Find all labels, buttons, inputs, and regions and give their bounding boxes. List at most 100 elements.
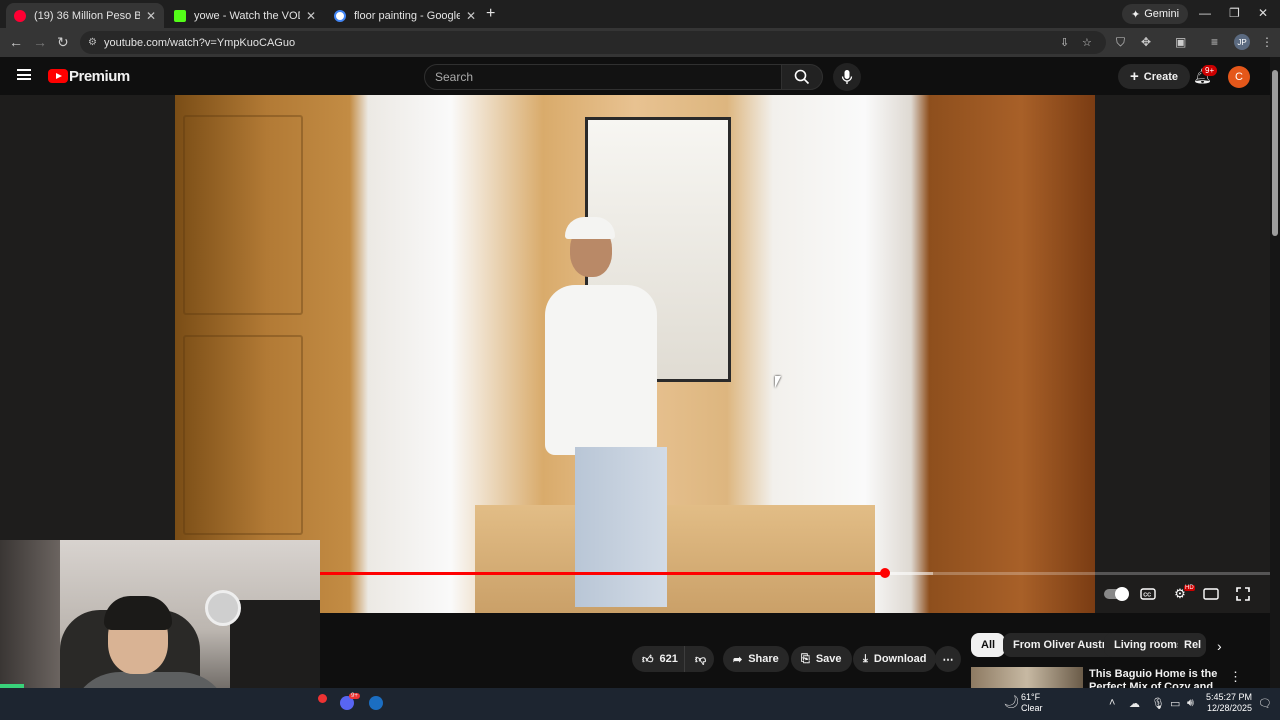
like-button[interactable]: 👍︎ 621 bbox=[632, 646, 684, 672]
share-button[interactable]: ➦ Share bbox=[723, 646, 789, 672]
video-frame[interactable] bbox=[175, 95, 1095, 613]
site-info-icon[interactable]: ⚙ bbox=[88, 37, 97, 48]
search-button[interactable] bbox=[781, 64, 823, 90]
bookmark-icon: ⎘ bbox=[801, 652, 810, 665]
profile-avatar[interactable]: JP bbox=[1234, 34, 1250, 50]
webcam-fan bbox=[205, 590, 241, 626]
tray-chevron-up-icon[interactable]: ˄ bbox=[1109, 697, 1115, 709]
network-icon[interactable]: ▭ bbox=[1170, 697, 1180, 710]
extensions-puzzle-icon[interactable]: ✥ bbox=[1141, 35, 1151, 49]
chip-rel[interactable]: Rel bbox=[1178, 633, 1206, 657]
discord-badge: 9+ bbox=[349, 693, 360, 699]
webcam-person-hair bbox=[104, 596, 172, 630]
share-label: Share bbox=[748, 653, 779, 665]
voice-search-button[interactable] bbox=[833, 63, 861, 91]
gemini-label: Gemini bbox=[1144, 8, 1180, 20]
svg-text:CC: CC bbox=[1143, 593, 1151, 599]
chevron-right-icon[interactable]: › bbox=[1217, 638, 1222, 654]
recording-dot-icon bbox=[318, 694, 327, 703]
minimize-window-icon[interactable]: — bbox=[1199, 6, 1211, 20]
captions-button[interactable]: CC bbox=[1136, 584, 1160, 604]
youtube-premium-logo[interactable]: Premium bbox=[69, 68, 130, 85]
microphone-icon bbox=[841, 70, 853, 84]
address-bar[interactable]: ⚙ youtube.com/watch?v=YmpKuoCAGuo ⇩ ☆ bbox=[80, 31, 1106, 54]
dislike-button[interactable]: 👎︎ bbox=[684, 646, 714, 672]
taskbar-clock[interactable]: 5:45:27 PM 12/28/2025 bbox=[1202, 692, 1252, 714]
volume-icon[interactable]: 🔊︎ bbox=[1187, 697, 1194, 710]
tab-kick[interactable]: yowe - Watch the VOD on Kick ✕ bbox=[166, 3, 324, 28]
tab-google-search[interactable]: floor painting - Google Search ✕ bbox=[326, 3, 484, 28]
cc-icon: CC bbox=[1140, 588, 1156, 600]
theater-mode-button[interactable] bbox=[1199, 584, 1223, 604]
autoplay-toggle[interactable] bbox=[1104, 587, 1129, 601]
kebab-menu-icon[interactable]: ⋮ bbox=[1261, 35, 1273, 49]
door-panel-upper bbox=[183, 115, 303, 315]
media-queue-icon[interactable]: ≡ bbox=[1211, 35, 1218, 49]
weather-temp: 61°F bbox=[1021, 692, 1041, 702]
new-tab-button[interactable]: + bbox=[486, 5, 495, 23]
back-icon[interactable]: ← bbox=[9, 34, 23, 50]
more-horizontal-icon: ⋯ bbox=[942, 653, 954, 666]
side-panel-icon[interactable]: ▣ bbox=[1175, 35, 1186, 49]
fullscreen-icon bbox=[1236, 587, 1250, 601]
scrollbar-thumb[interactable] bbox=[1272, 70, 1278, 236]
thumbs-down-icon: 👎︎ bbox=[695, 653, 707, 666]
more-actions-button[interactable]: ⋯ bbox=[935, 646, 961, 672]
url-text: youtube.com/watch?v=YmpKuoCAGuo bbox=[104, 36, 296, 49]
mic-tray-icon[interactable]: 🎙︎ bbox=[1151, 697, 1165, 710]
fullscreen-button[interactable] bbox=[1231, 584, 1255, 604]
video-player[interactable]: CC ⚙ HD bbox=[0, 95, 1270, 613]
tab-youtube[interactable]: (19) 36 Million Peso Baguio Ho ✕ bbox=[6, 3, 164, 28]
close-tab-icon[interactable]: ✕ bbox=[146, 9, 156, 23]
windows-taskbar bbox=[0, 688, 1280, 720]
shield-extension-icon[interactable]: ⛉ bbox=[1116, 35, 1125, 50]
chip-all[interactable]: All bbox=[971, 633, 1006, 657]
account-avatar[interactable]: C bbox=[1228, 66, 1250, 88]
notification-count-badge: 9+ bbox=[1202, 65, 1218, 76]
browser-toolbar: ← → ↻ ⚙ youtube.com/watch?v=YmpKuoCAGuo … bbox=[0, 28, 1280, 57]
video-menu-icon[interactable]: ⋮ bbox=[1229, 669, 1242, 685]
person-cap bbox=[565, 217, 615, 239]
close-window-icon[interactable]: ✕ bbox=[1258, 6, 1268, 20]
reload-icon[interactable]: ↻ bbox=[57, 34, 69, 51]
search-input[interactable]: Search bbox=[424, 64, 782, 90]
kick-favicon-icon bbox=[174, 9, 186, 22]
create-label: Create bbox=[1143, 70, 1179, 83]
theater-mode-icon bbox=[1203, 588, 1219, 600]
person-jeans bbox=[575, 447, 667, 607]
install-app-icon[interactable]: ⇩ bbox=[1060, 36, 1069, 49]
person-shirt bbox=[545, 285, 657, 455]
save-button[interactable]: ⎘ Save bbox=[791, 646, 852, 672]
share-arrow-icon: ➦ bbox=[733, 653, 743, 666]
onedrive-icon[interactable]: ☁ bbox=[1129, 697, 1140, 710]
hamburger-menu-icon[interactable] bbox=[17, 69, 31, 80]
gemini-button[interactable]: ✦ Gemini bbox=[1122, 4, 1189, 24]
download-icon: ⤓ bbox=[863, 652, 868, 665]
door-panel-lower bbox=[183, 335, 303, 535]
restore-window-icon[interactable]: ❐ bbox=[1229, 6, 1240, 20]
steam-icon[interactable] bbox=[369, 696, 383, 710]
weather-widget[interactable]: 61°F Clear bbox=[1021, 692, 1043, 714]
tab-title: floor painting - Google Search bbox=[354, 9, 460, 22]
mouse-cursor-icon bbox=[775, 376, 781, 388]
tab-title: yowe - Watch the VOD on Kick bbox=[194, 9, 300, 22]
download-button[interactable]: ⤓ Download bbox=[853, 646, 937, 672]
forward-icon[interactable]: → bbox=[33, 34, 47, 50]
room-floor bbox=[475, 505, 875, 613]
close-tab-icon[interactable]: ✕ bbox=[306, 9, 316, 23]
like-count: 621 bbox=[659, 653, 678, 665]
close-tab-icon[interactable]: ✕ bbox=[466, 9, 476, 23]
moon-weather-icon: 🌙︎ bbox=[1003, 694, 1020, 709]
search-icon bbox=[794, 69, 810, 85]
progress-played bbox=[320, 572, 886, 575]
clock-time: 5:45:27 PM bbox=[1205, 692, 1252, 702]
tab-title: (19) 36 Million Peso Baguio Ho bbox=[34, 9, 140, 22]
notifications-center-icon[interactable]: 🗨︎ bbox=[1258, 697, 1272, 710]
create-button[interactable]: + Create bbox=[1118, 64, 1191, 89]
weather-desc: Clear bbox=[1021, 703, 1043, 713]
youtube-header: Premium Search + Create 🔔︎ 9+ C bbox=[0, 57, 1280, 95]
hd-badge: HD bbox=[1184, 585, 1195, 591]
youtube-logo-icon[interactable] bbox=[48, 69, 68, 83]
clock-date: 12/28/2025 bbox=[1206, 703, 1252, 713]
bookmark-star-icon[interactable]: ☆ bbox=[1082, 36, 1092, 49]
